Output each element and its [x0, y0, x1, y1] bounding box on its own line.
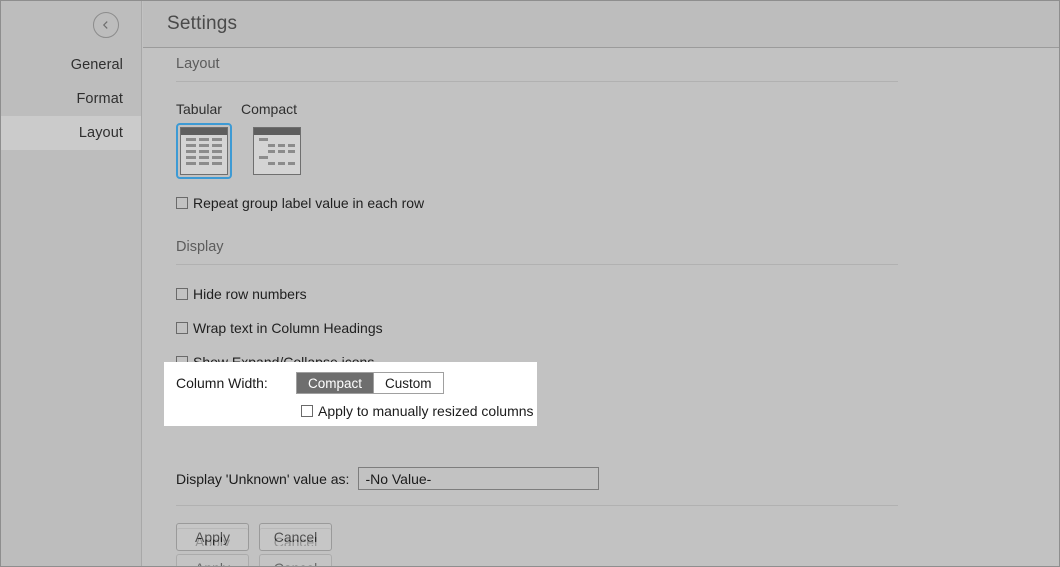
- layout-option-tabular[interactable]: [176, 123, 232, 179]
- checkbox-hide-row-numbers[interactable]: Hide row numbers: [176, 286, 1059, 302]
- unknown-value-input[interactable]: [358, 467, 600, 490]
- checkbox-box[interactable]: [176, 197, 188, 209]
- checkbox-box[interactable]: [176, 322, 188, 334]
- settings-content: Layout Tabular Compact Repeat group labe…: [143, 49, 1059, 566]
- column-width-segmented-control: Compact Custom: [296, 372, 444, 394]
- layout-thumbnail-row: [176, 123, 1059, 179]
- thumb-grid: [184, 137, 224, 165]
- checkbox-box[interactable]: [301, 405, 313, 417]
- layout-option-compact[interactable]: [249, 123, 305, 179]
- ghost-action-button-row-1: Apply Cancel: [176, 528, 332, 546]
- apply-button-ghost: Apply: [176, 554, 249, 566]
- checkbox-label: Repeat group label value in each row: [193, 195, 425, 211]
- sidebar-item-label: Layout: [78, 125, 123, 141]
- sidebar-item-label: General: [70, 57, 123, 73]
- page-title: Settings: [167, 13, 238, 34]
- sidebar-item-label: Format: [76, 91, 123, 107]
- unknown-value-row: Display 'Unknown' value as:: [176, 467, 1059, 490]
- checkbox-label: Wrap text in Column Headings: [193, 320, 383, 336]
- chevron-left-icon: [100, 19, 112, 31]
- sidebar: General Format Layout: [1, 1, 142, 566]
- layout-thumbnail-labels: Tabular Compact: [176, 101, 1059, 117]
- tabular-layout-icon: [180, 127, 228, 175]
- checkbox-wrap-text-column-headings[interactable]: Wrap text in Column Headings: [176, 320, 1059, 336]
- settings-window: General Format Layout Settings Layout Ta…: [0, 0, 1060, 567]
- section-heading-display: Display: [176, 239, 224, 255]
- checkbox-apply-manually-resized[interactable]: Apply to manually resized columns: [176, 403, 537, 419]
- divider: [176, 505, 898, 506]
- back-button[interactable]: [93, 11, 119, 38]
- cancel-button-ghost: Cancel: [259, 528, 332, 546]
- thumbnail-label-compact: Compact: [241, 101, 298, 117]
- checkbox-repeat-group-label[interactable]: Repeat group label value in each row: [176, 195, 1059, 211]
- column-width-label: Column Width:: [176, 375, 268, 391]
- checkbox-label: Hide row numbers: [193, 286, 307, 302]
- unknown-value-label: Display 'Unknown' value as:: [176, 470, 350, 487]
- segment-compact[interactable]: Compact: [297, 373, 374, 393]
- sidebar-item-format[interactable]: Format: [1, 82, 141, 116]
- back-button-container: [1, 1, 141, 48]
- ghost-action-button-row-2: Apply Cancel: [176, 554, 332, 566]
- sidebar-item-layout[interactable]: Layout: [1, 116, 141, 150]
- apply-button-ghost: Apply: [176, 528, 249, 546]
- section-heading-layout: Layout: [176, 56, 220, 72]
- window-header: Settings: [143, 1, 1059, 48]
- divider: [176, 81, 898, 82]
- divider: [176, 264, 898, 265]
- checkbox-label: Apply to manually resized columns: [318, 403, 534, 419]
- thumb-header-bar: [181, 128, 227, 135]
- column-width-row: Column Width: Compact Custom: [176, 372, 537, 394]
- compact-layout-icon: [253, 127, 301, 175]
- sidebar-item-general[interactable]: General: [1, 48, 141, 82]
- thumb-grid: [257, 137, 297, 165]
- thumb-header-bar: [254, 128, 300, 135]
- cancel-button-ghost: Cancel: [259, 554, 332, 566]
- checkbox-box[interactable]: [176, 288, 188, 300]
- segment-custom[interactable]: Custom: [373, 373, 443, 393]
- thumbnail-label-tabular: Tabular: [176, 101, 222, 117]
- column-width-highlight-callout: Column Width: Compact Custom Apply to ma…: [164, 362, 537, 426]
